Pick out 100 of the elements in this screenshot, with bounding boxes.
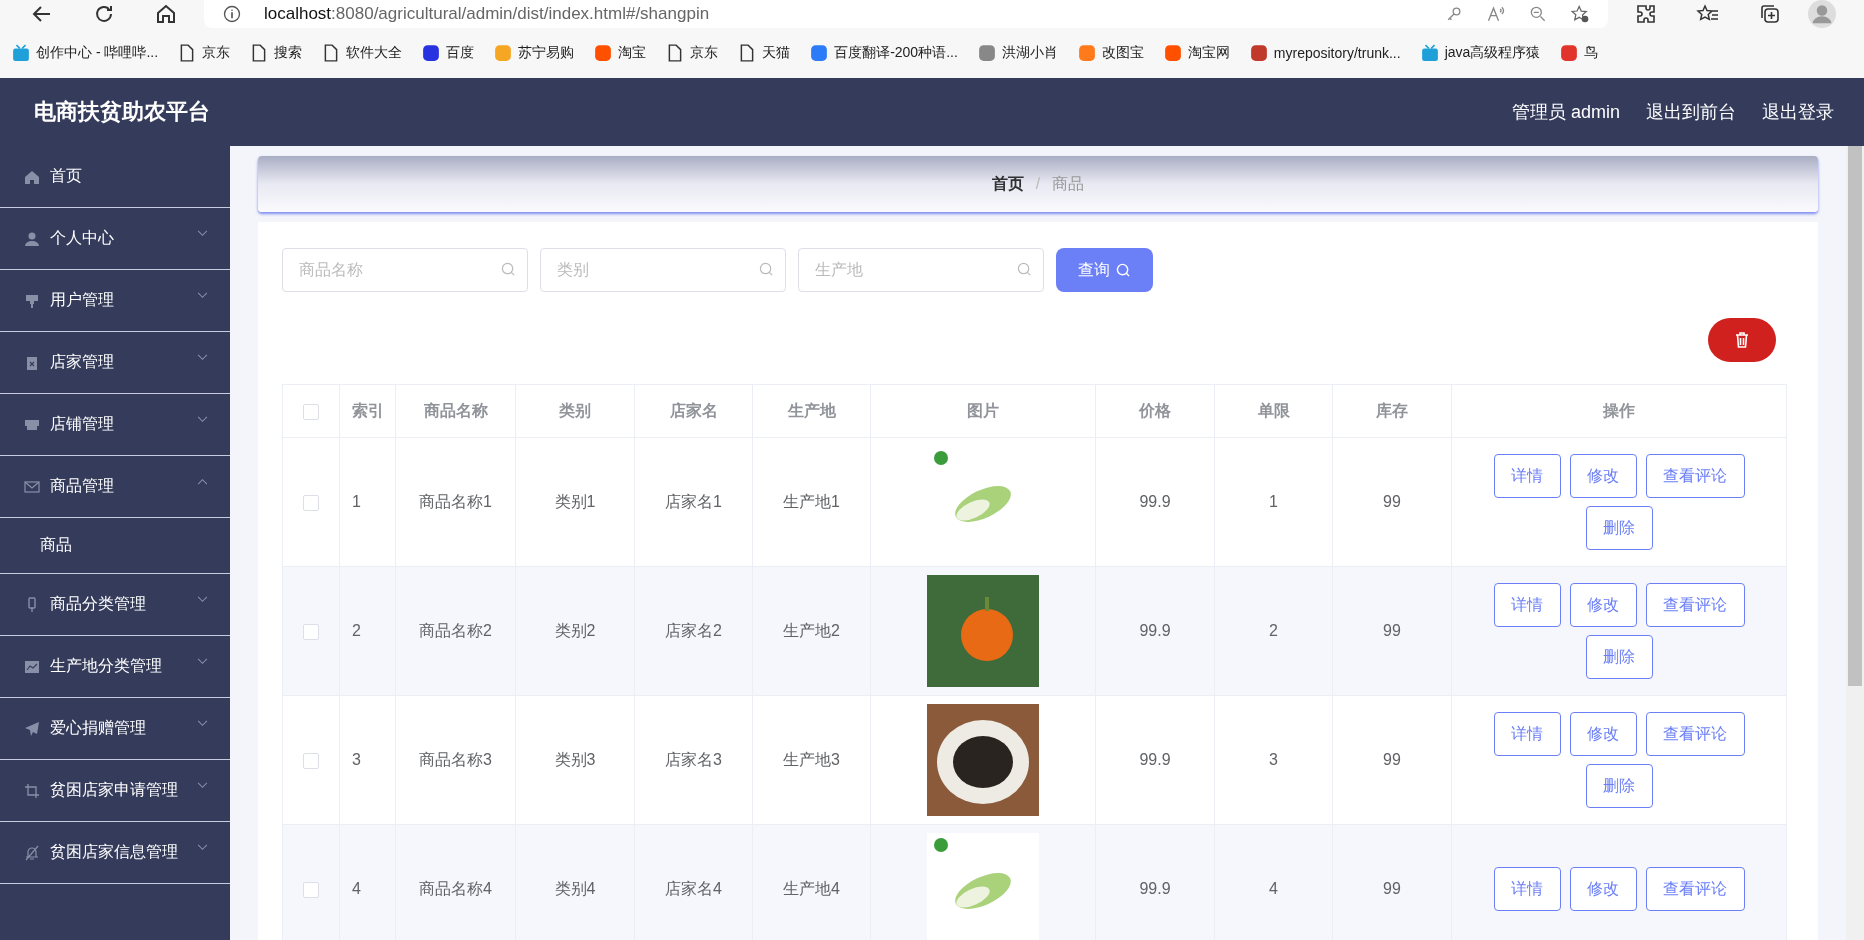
zoom-out-icon[interactable] xyxy=(1528,4,1548,24)
menu-item[interactable]: 店家管理 xyxy=(0,332,230,394)
action-button[interactable]: 查看评论 xyxy=(1645,583,1745,627)
read-aloud-icon[interactable] xyxy=(1486,4,1506,24)
menu-item[interactable]: 个人中心 xyxy=(0,208,230,270)
site-icon[interactable] xyxy=(1560,44,1579,62)
table-cell: 99.9 xyxy=(1139,751,1171,768)
delete-button[interactable] xyxy=(1708,318,1776,362)
action-button[interactable]: 详情 xyxy=(1493,712,1561,756)
action-button[interactable]: 查看评论 xyxy=(1645,454,1745,498)
site-icon[interactable] xyxy=(422,44,441,62)
collections-icon[interactable] xyxy=(1758,2,1782,26)
submenu-item[interactable]: 商品 xyxy=(0,518,230,574)
chevron-icon xyxy=(197,658,208,665)
bookmark-link[interactable]: 鸟 xyxy=(1584,44,1599,62)
column-header: 价格 xyxy=(1139,401,1171,419)
table-cell: 99.9 xyxy=(1139,880,1171,897)
column-header: 商品名称 xyxy=(423,401,488,419)
site-icon[interactable] xyxy=(594,44,613,62)
bookmark-link[interactable]: 淘宝网 xyxy=(1187,44,1230,62)
checkbox[interactable] xyxy=(303,623,319,640)
bookmark-link[interactable]: 苏宁易购 xyxy=(518,44,575,62)
checkbox[interactable] xyxy=(303,752,319,769)
action-button[interactable]: 修改 xyxy=(1569,454,1637,498)
user-label: 管理员 admin xyxy=(1511,101,1620,124)
tv-icon[interactable] xyxy=(12,44,30,62)
breadcrumb-item[interactable]: 首页 xyxy=(991,173,1024,195)
extensions-icon[interactable] xyxy=(1634,2,1658,26)
action-button[interactable]: 修改 xyxy=(1569,583,1637,627)
bookmark-link[interactable]: 软件大全 xyxy=(346,44,403,62)
menu-item[interactable]: 店铺管理 xyxy=(0,394,230,456)
table-cell: 生产地2 xyxy=(783,621,840,639)
bookmark-link[interactable]: 洪湖小肖 xyxy=(1001,44,1058,62)
bookmark-link[interactable]: myrepository/trunk... xyxy=(1273,45,1401,61)
bookmark-link[interactable]: 天猫 xyxy=(762,44,791,62)
search-field[interactable]: 商品名称 xyxy=(282,248,528,292)
site-icon[interactable] xyxy=(1249,44,1268,62)
bookmark-link[interactable]: 京东 xyxy=(690,44,719,62)
bookmark-link[interactable]: 创作中心 - 哔哩哔... xyxy=(36,44,159,62)
action-button[interactable]: 详情 xyxy=(1493,583,1561,627)
action-button[interactable]: 删除 xyxy=(1585,635,1653,679)
action-button[interactable]: 删除 xyxy=(1585,764,1653,808)
menu-item[interactable]: 商品分类管理 xyxy=(0,574,230,636)
bookmark-link[interactable]: java高级程序猿 xyxy=(1444,44,1541,62)
scrollbar[interactable] xyxy=(1846,146,1864,940)
site-icon[interactable] xyxy=(1163,44,1182,62)
profile-avatar-icon[interactable] xyxy=(1808,0,1836,28)
bookmark-link[interactable]: 百度翻译-200种语... xyxy=(834,44,958,62)
menu-item[interactable]: 商品管理 xyxy=(0,456,230,518)
action-button[interactable]: 查看评论 xyxy=(1645,712,1745,756)
query-button[interactable]: 查询 xyxy=(1056,248,1153,292)
table-cell: 类别3 xyxy=(554,750,596,768)
table-cell: 99 xyxy=(1383,880,1401,897)
column-header: 索引 xyxy=(351,401,384,419)
table-cell: 2 xyxy=(1269,622,1278,639)
table-cell: 3 xyxy=(352,751,361,768)
table-cell: 生产地4 xyxy=(783,879,840,897)
checkbox[interactable] xyxy=(303,494,319,511)
table-cell: 店家名1 xyxy=(665,492,722,510)
header-link[interactable]: 退出登录 xyxy=(1762,100,1834,124)
tv-icon[interactable] xyxy=(1420,44,1439,62)
menu-item[interactable]: 首页 xyxy=(0,146,230,208)
action-button[interactable]: 查看评论 xyxy=(1645,867,1745,911)
clipboard-icon xyxy=(24,354,40,371)
bookmark-link[interactable]: 淘宝 xyxy=(618,44,647,62)
column-header: 单限 xyxy=(1257,401,1290,419)
address-bar[interactable]: localhost:8080/agricultural/admin/dist/index.html#/shangpin xyxy=(204,0,1608,28)
home-icon[interactable] xyxy=(154,2,178,26)
site-icon[interactable] xyxy=(810,44,829,62)
column-header: 图片 xyxy=(967,401,999,419)
menu-item[interactable]: 爱心捐赠管理 xyxy=(0,698,230,760)
search-icon xyxy=(1116,262,1131,278)
bookmark-link[interactable]: 京东 xyxy=(202,44,231,62)
checkbox[interactable] xyxy=(303,881,319,898)
header-link[interactable]: 退出到前台 xyxy=(1646,100,1736,124)
action-button[interactable]: 修改 xyxy=(1569,867,1637,911)
info-icon[interactable] xyxy=(222,4,242,24)
table-cell: 商品名称1 xyxy=(419,492,492,510)
table-cell: 99.9 xyxy=(1139,622,1171,639)
menu-item[interactable]: 用户管理 xyxy=(0,270,230,332)
column-header: 类别 xyxy=(559,401,591,419)
star-add-icon[interactable] xyxy=(1570,4,1590,24)
action-button[interactable]: 详情 xyxy=(1493,454,1561,498)
action-button[interactable]: 修改 xyxy=(1569,712,1637,756)
menu-item[interactable]: 生产地分类管理 xyxy=(0,636,230,698)
action-button[interactable]: 详情 xyxy=(1493,867,1561,911)
bookmark-link[interactable]: 搜索 xyxy=(274,44,303,62)
search-field[interactable]: 生产地 xyxy=(798,248,1044,292)
search-field[interactable]: 类别 xyxy=(540,248,786,292)
bookmark-link[interactable]: 改图宝 xyxy=(1101,44,1144,62)
menu-item[interactable]: 贫困店家申请管理 xyxy=(0,760,230,822)
chevron-icon xyxy=(197,230,208,237)
site-icon[interactable] xyxy=(977,44,996,62)
table-cell: 店家名4 xyxy=(665,879,722,897)
action-button[interactable]: 删除 xyxy=(1585,506,1653,550)
bookmark-link[interactable]: 百度 xyxy=(446,44,475,62)
chevron-icon xyxy=(197,782,208,789)
checkbox[interactable] xyxy=(303,403,319,420)
menu-item[interactable]: 贫困店家信息管理 xyxy=(0,822,230,884)
table-cell: 2 xyxy=(352,622,361,639)
